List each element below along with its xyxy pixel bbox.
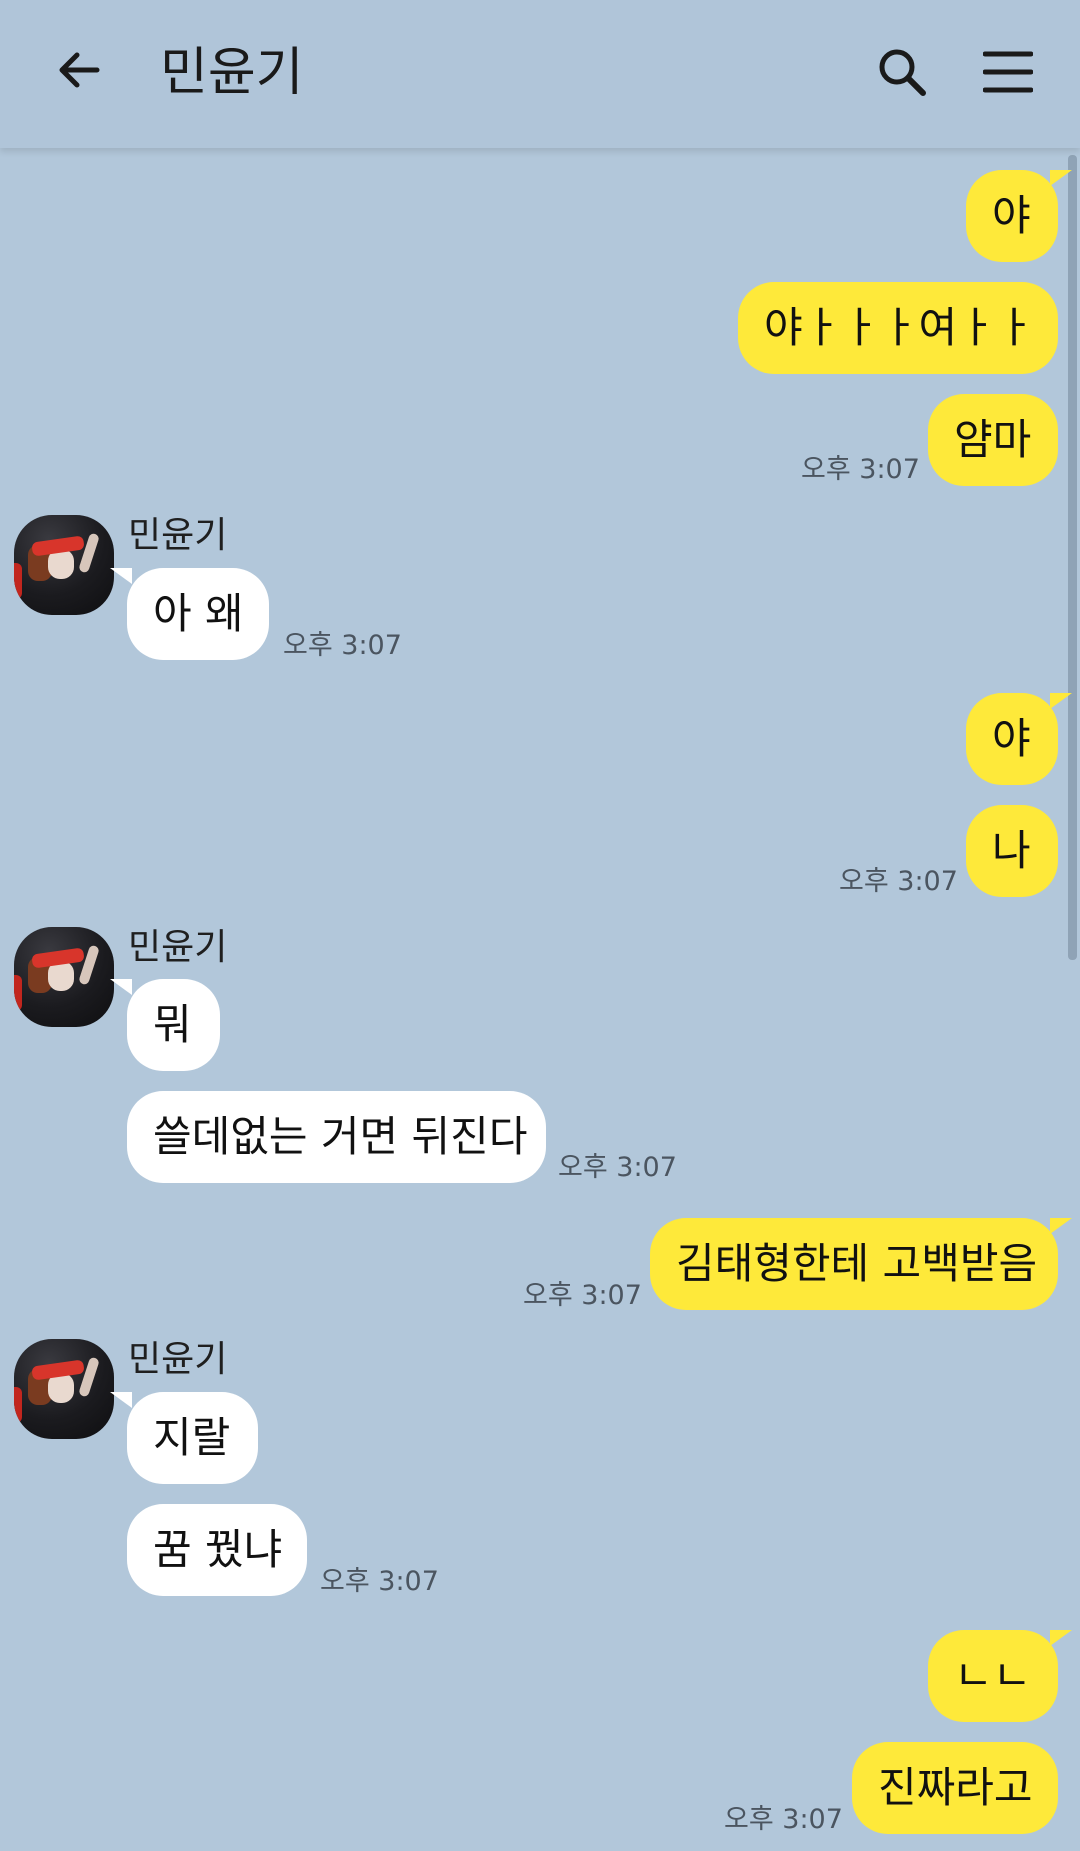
sender-name: 민윤기: [128, 927, 228, 968]
my-message-bubble[interactable]: 나: [966, 805, 1058, 897]
avatar[interactable]: [14, 1339, 114, 1439]
arrow-left-icon: [53, 45, 103, 99]
message-timestamp: 오후 3:07: [283, 630, 402, 661]
menu-button[interactable]: [976, 42, 1040, 106]
their-message-bubble[interactable]: 쓸데없는 거면 뒤진다: [127, 1091, 546, 1183]
bubble-tail: [1050, 1630, 1072, 1646]
search-icon: [876, 46, 928, 102]
chat-header: 민윤기: [0, 0, 1080, 148]
my-message-bubble[interactable]: 야: [966, 693, 1058, 785]
message-timestamp: 오후 3:07: [523, 1280, 642, 1311]
my-message-bubble[interactable]: 김태형한테 고백받음: [650, 1218, 1058, 1310]
their-message-bubble[interactable]: 꿈 꿨냐: [127, 1504, 307, 1596]
message-timestamp: 오후 3:07: [558, 1152, 677, 1183]
bubble-tail: [1050, 693, 1072, 709]
their-message-bubble[interactable]: 지랄: [127, 1392, 258, 1484]
search-button[interactable]: [870, 42, 934, 106]
bubble-tail: [110, 1392, 132, 1408]
avatar[interactable]: [14, 515, 114, 615]
sender-name: 민윤기: [128, 515, 228, 556]
bubble-tail: [110, 568, 132, 584]
scrollbar[interactable]: [1068, 155, 1077, 960]
message-timestamp: 오후 3:07: [320, 1566, 439, 1597]
hamburger-menu-icon: [982, 50, 1034, 98]
bubble-tail: [1050, 1218, 1072, 1234]
message-timestamp: 오후 3:07: [724, 1804, 843, 1835]
bubble-tail: [110, 979, 132, 995]
message-timestamp: 오후 3:07: [839, 866, 958, 897]
their-message-bubble[interactable]: 뭐: [127, 979, 220, 1071]
chat-screen: 민윤기 야 야ㅏㅏㅏ여ㅏㅏ 얌마 오후 3:07 민윤기 아 왜 오후 3:07…: [0, 0, 1080, 1851]
my-message-bubble[interactable]: 야: [966, 170, 1058, 262]
sender-name: 민윤기: [128, 1339, 228, 1380]
my-message-bubble[interactable]: 얌마: [928, 394, 1058, 486]
my-message-bubble[interactable]: 진짜라고: [852, 1742, 1058, 1834]
bubble-tail: [1050, 170, 1072, 186]
back-button[interactable]: [46, 40, 110, 104]
avatar[interactable]: [14, 927, 114, 1027]
their-message-bubble[interactable]: 아 왜: [127, 568, 269, 660]
my-message-bubble[interactable]: 야ㅏㅏㅏ여ㅏㅏ: [738, 282, 1058, 374]
message-timestamp: 오후 3:07: [801, 454, 920, 485]
my-message-bubble[interactable]: ㄴㄴ: [928, 1630, 1058, 1722]
chat-title: 민윤기: [160, 43, 304, 103]
